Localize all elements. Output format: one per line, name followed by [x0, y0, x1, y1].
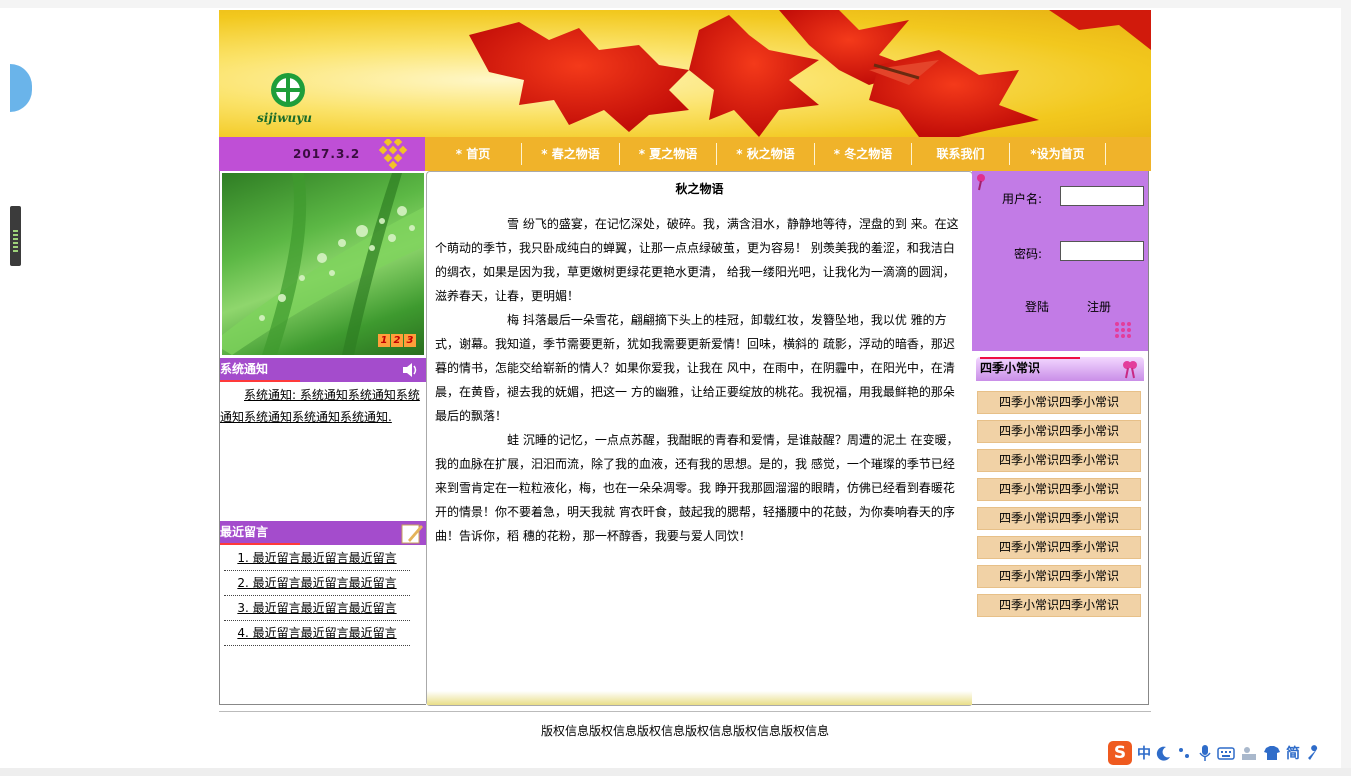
recent-messages-list: 1. 最近留言最近留言最近留言 2. 最近留言最近留言最近留言 3. 最近留言最… — [224, 546, 410, 646]
nav-winter[interactable]: * 冬之物语 — [815, 143, 912, 165]
tip-item[interactable]: 四季小常识四季小常识 — [977, 391, 1141, 414]
speaker-icon — [403, 363, 417, 377]
article-footer-gradient — [427, 691, 972, 705]
username-label: 用户名: — [1002, 192, 1043, 206]
tips-underline — [980, 357, 1080, 359]
microphone-icon[interactable] — [1198, 744, 1212, 762]
punctuation-icon[interactable] — [1177, 745, 1193, 761]
user-toolbox-icon[interactable] — [1240, 745, 1258, 761]
right-column: 用户名: 密码: 登陆 注册 四季小常识 四季小常识四季小常识 四季小常识四季小… — [972, 171, 1149, 705]
nav-set-homepage[interactable]: *设为首页 — [1010, 143, 1106, 165]
nav-autumn[interactable]: * 秋之物语 — [717, 143, 815, 165]
side-volume-meter — [10, 206, 21, 266]
notice-underline — [220, 380, 300, 382]
slide-3-button[interactable]: 3 — [404, 334, 416, 347]
moon-icon[interactable] — [1156, 745, 1172, 761]
notice-header: 系统通知 — [220, 358, 426, 382]
ime-simplified-toggle[interactable]: 简 — [1286, 743, 1300, 763]
nav-summer[interactable]: * 夏之物语 — [620, 143, 717, 165]
pin-icon — [977, 174, 985, 191]
article-title: 秋之物语 — [675, 182, 724, 196]
article-paragraph: 梅 抖落最后一朵雪花，翩翩摘下头上的桂冠，卸载红妆，发簪坠地，我以优 雅的方式，… — [435, 313, 955, 423]
logo-mark-icon — [271, 73, 305, 107]
ime-toolbar: S 中 简 — [1108, 740, 1338, 766]
maple-leaves-image — [469, 10, 1151, 137]
tip-item[interactable]: 四季小常识四季小常识 — [977, 449, 1141, 472]
message-item[interactable]: 2. 最近留言最近留言最近留言 — [224, 571, 410, 596]
message-item[interactable]: 4. 最近留言最近留言最近留言 — [224, 621, 410, 646]
nav-spring[interactable]: * 春之物语 — [522, 143, 620, 165]
username-input[interactable] — [1060, 186, 1144, 206]
messages-header: 最近留言 — [220, 521, 426, 545]
tip-item[interactable]: 四季小常识四季小常识 — [977, 536, 1141, 559]
browser-bottom-edge — [0, 768, 1351, 776]
article-paragraph: 蛙 沉睡的记忆，一点点苏醒，我酣眠的青春和爱情，是谁敲醒？周遭的泥土 在变暖，我… — [435, 433, 959, 543]
tip-item[interactable]: 四季小常识四季小常识 — [977, 594, 1141, 617]
register-button[interactable]: 注册 — [1087, 298, 1111, 315]
tip-item[interactable]: 四季小常识四季小常识 — [977, 478, 1141, 501]
current-date: 2017.3.2 — [293, 147, 361, 161]
tip-item[interactable]: 四季小常识四季小常识 — [977, 507, 1141, 530]
footer-divider — [219, 711, 1151, 712]
tip-item[interactable]: 四季小常识四季小常识 — [977, 565, 1141, 588]
tip-item[interactable]: 四季小常识四季小常识 — [977, 420, 1141, 443]
left-column: 1 2 3 系统通知 系统通知: 系统通知系统通知系统通知系统通知系统通知系统通… — [219, 171, 426, 705]
flower-icon — [1123, 361, 1137, 379]
side-panel-tab[interactable] — [10, 64, 32, 112]
notepad-pen-icon — [401, 524, 423, 544]
ime-language-toggle[interactable]: 中 — [1137, 743, 1151, 763]
article-paragraph: 雪 纷飞的盛宴，在记忆深处，破碎。我，满含泪水，静静地等待，涅盘的到 来。在这个… — [435, 217, 959, 303]
dots-pattern-icon — [1115, 322, 1131, 338]
date-cell: 2017.3.2 — [219, 137, 425, 171]
slideshow-pager: 1 2 3 — [378, 334, 416, 347]
grass-dewdrops-image — [222, 173, 424, 355]
nav-contact[interactable]: 联系我们 — [912, 143, 1010, 165]
password-input[interactable] — [1060, 241, 1144, 261]
slide-1-button[interactable]: 1 — [378, 334, 390, 347]
skin-shirt-icon[interactable] — [1263, 745, 1281, 761]
login-button[interactable]: 登陆 — [1025, 298, 1049, 315]
messages-title: 最近留言 — [220, 525, 269, 539]
login-panel: 用户名: 密码: 登陆 注册 — [972, 171, 1148, 351]
notice-title: 系统通知 — [220, 362, 269, 376]
article-panel: 秋之物语 雪 纷飞的盛宴，在记忆深处，破碎。我，满含泪水，静静地等待，涅盘的到 … — [426, 171, 973, 706]
message-item[interactable]: 3. 最近留言最近留言最近留言 — [224, 596, 410, 621]
copyright-text: 版权信息版权信息版权信息版权信息版权信息版权信息 — [540, 724, 829, 738]
tips-header: 四季小常识 — [976, 357, 1144, 381]
messages-underline — [220, 543, 300, 545]
site-logo: sijiwuyu — [257, 70, 327, 130]
tips-title: 四季小常识 — [980, 361, 1041, 375]
leaf-photo-slideshow: 1 2 3 — [222, 173, 424, 355]
ime-logo-icon[interactable]: S — [1108, 741, 1132, 765]
wrench-icon[interactable] — [1305, 745, 1321, 761]
notice-text[interactable]: 系统通知: 系统通知系统通知系统通知系统通知系统通知系统通知. — [220, 384, 425, 428]
slide-2-button[interactable]: 2 — [391, 334, 403, 347]
message-item[interactable]: 1. 最近留言最近留言最近留言 — [224, 546, 410, 571]
logo-text: sijiwuyu — [257, 111, 312, 125]
main-nav: * 首页 * 春之物语 * 夏之物语 * 秋之物语 * 冬之物语 联系我们 *设… — [425, 137, 1151, 171]
diamond-pattern-icon — [379, 139, 408, 169]
article-body: 雪 纷飞的盛宴，在记忆深处，破碎。我，满含泪水，静静地等待，涅盘的到 来。在这个… — [435, 212, 965, 548]
browser-top-edge — [0, 0, 1351, 8]
keyboard-icon[interactable] — [1217, 746, 1235, 760]
header-banner: sijiwuyu — [219, 10, 1151, 137]
nav-home[interactable]: * 首页 — [425, 143, 522, 165]
browser-scroll-edge — [1341, 0, 1351, 776]
password-label: 密码: — [1014, 247, 1043, 261]
